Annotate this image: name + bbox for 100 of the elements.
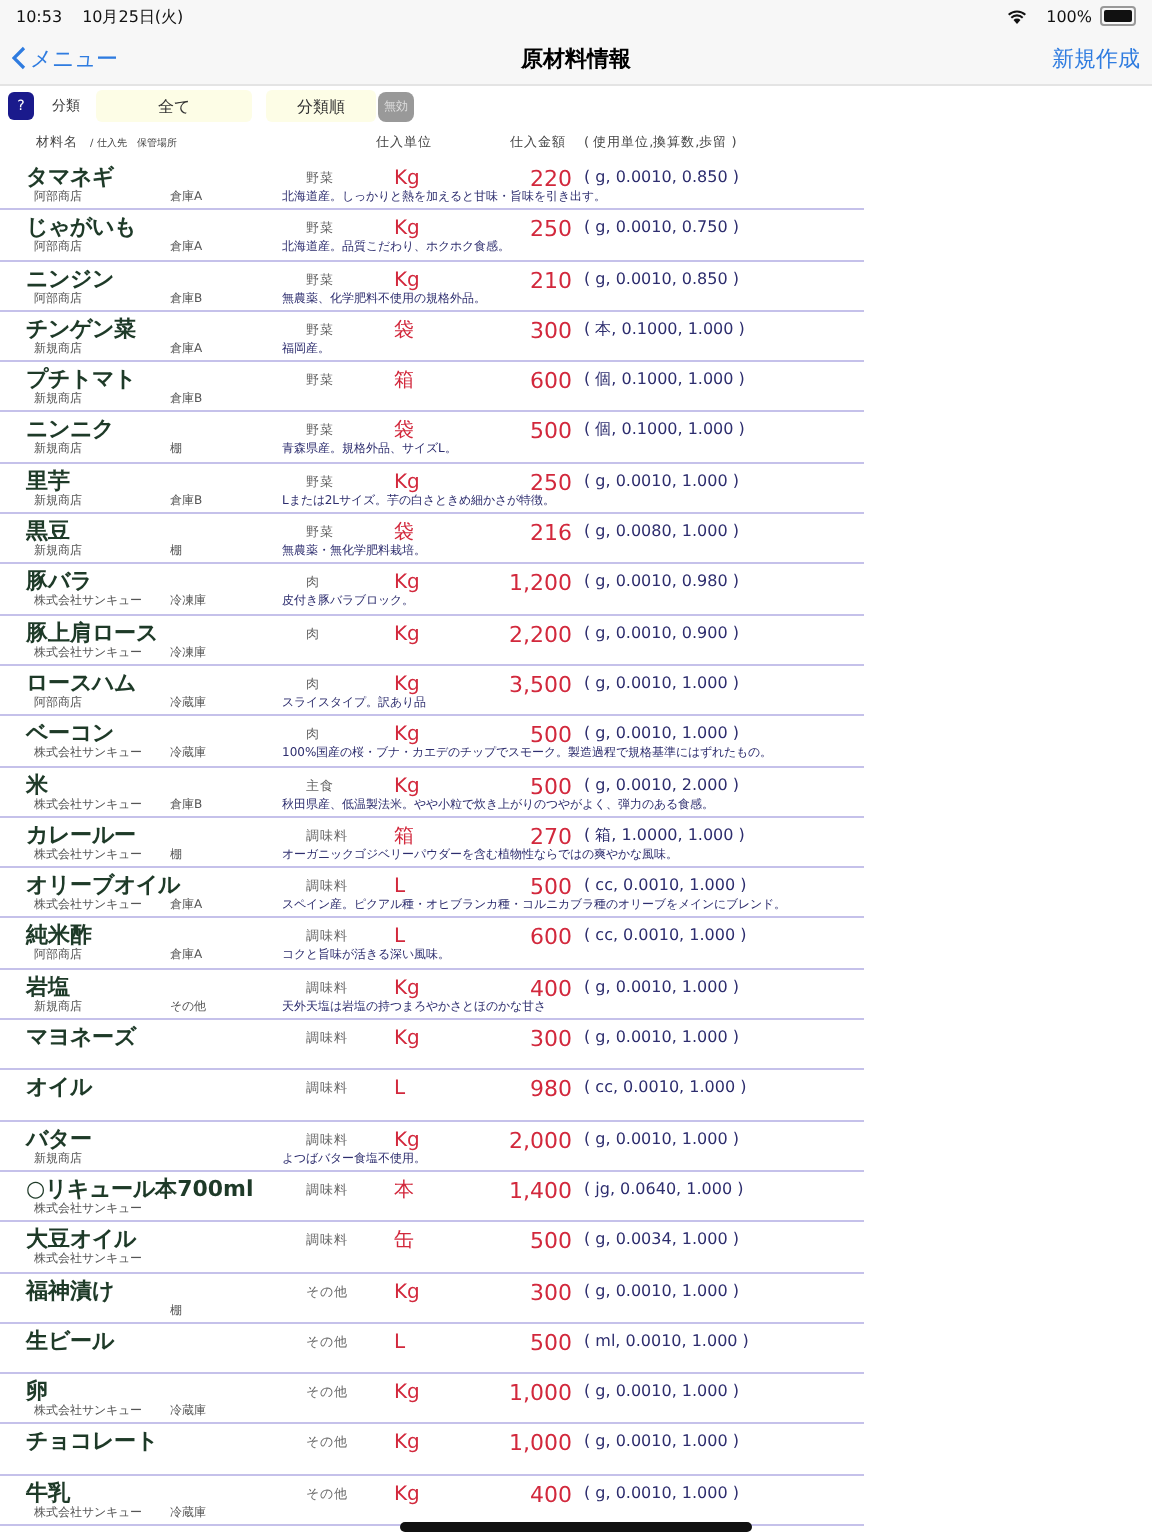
unit-text: Kg xyxy=(394,220,420,241)
unit-text: 袋 xyxy=(394,422,414,443)
material-name: 卵 xyxy=(26,1380,48,1403)
conversion-text: ( g, 0.0010, 0.980 ) xyxy=(584,574,739,591)
price-text: 250 xyxy=(530,218,572,241)
price-text: 216 xyxy=(530,522,572,545)
sort-field[interactable]: 分類順 xyxy=(266,90,376,122)
conversion-text: ( g, 0.0010, 0.850 ) xyxy=(584,271,739,288)
unit-text: Kg xyxy=(394,625,420,646)
unit-text: Kg xyxy=(394,473,420,494)
price-text: 210 xyxy=(530,269,572,292)
conversion-text: ( 個, 0.1000, 1.000 ) xyxy=(584,372,745,389)
unit-text: L xyxy=(394,878,406,899)
price-text: 270 xyxy=(530,825,572,848)
battery-percent: 100% xyxy=(1046,7,1092,25)
conversion-text: ( 本, 0.1000, 1.000 ) xyxy=(584,321,745,338)
unit-text: Kg xyxy=(394,1283,420,1304)
price-text: 2,000 xyxy=(509,1129,572,1152)
conversion-text: ( g, 0.0010, 2.000 ) xyxy=(584,777,739,794)
unit-text: Kg xyxy=(394,574,420,595)
back-button[interactable]: メニュー xyxy=(12,43,118,73)
material-name: オイル xyxy=(26,1076,92,1099)
conversion-text: ( g, 0.0010, 1.000 ) xyxy=(584,1131,739,1148)
conversion-text: ( g, 0.0010, 1.000 ) xyxy=(584,1283,739,1300)
price-text: 1,400 xyxy=(509,1179,572,1202)
unit-text: Kg xyxy=(394,271,420,292)
battery-icon xyxy=(1100,6,1136,26)
material-name: プチトマト xyxy=(26,368,136,391)
material-name: 牛乳 xyxy=(26,1481,70,1504)
conversion-text: ( g, 0.0010, 1.000 ) xyxy=(584,1030,739,1047)
unit-text: 本 xyxy=(394,1181,414,1202)
wifi-icon xyxy=(1008,9,1027,23)
unit-text: 袋 xyxy=(394,321,414,342)
material-name: オリーブオイル xyxy=(26,874,180,897)
price-text: 1,000 xyxy=(509,1432,572,1455)
price-text: 2,200 xyxy=(509,623,572,646)
unit-text: Kg xyxy=(394,170,420,190)
conversion-text: ( cc, 0.0010, 1.000 ) xyxy=(584,878,747,895)
status-date: 10月25日(火) xyxy=(82,5,184,27)
material-name: ニンジン xyxy=(26,267,114,290)
conversion-text: ( jg, 0.0640, 1.000 ) xyxy=(584,1181,744,1198)
chevron-left-icon xyxy=(12,46,26,70)
conversion-text: ( ml, 0.0010, 1.000 ) xyxy=(584,1333,749,1350)
conversion-text: ( g, 0.0010, 0.750 ) xyxy=(584,220,739,237)
conversion-text: ( g, 0.0034, 1.000 ) xyxy=(584,1232,739,1249)
conversion-text: ( g, 0.0010, 0.900 ) xyxy=(584,625,739,642)
unit-text: L xyxy=(394,1080,406,1101)
price-text: 220 xyxy=(530,168,572,190)
price-text: 500 xyxy=(530,1230,572,1253)
unit-text: Kg xyxy=(394,1030,420,1051)
material-name: ロースハム xyxy=(26,671,136,694)
conversion-text: ( g, 0.0010, 1.000 ) xyxy=(584,1384,739,1401)
material-name: ベーコン xyxy=(26,722,114,745)
category-field[interactable]: 全て xyxy=(96,90,252,122)
material-name: チョコレート xyxy=(26,1430,158,1453)
unit-text: 箱 xyxy=(394,372,414,393)
price-text: 600 xyxy=(530,926,572,949)
price-text: 600 xyxy=(530,370,572,393)
material-name: じゃがいも xyxy=(26,216,136,239)
material-name: 大豆オイル xyxy=(26,1228,136,1251)
material-name: 黒豆 xyxy=(26,520,70,543)
conversion-text: ( cc, 0.0010, 1.000 ) xyxy=(584,1080,747,1097)
unit-text: Kg xyxy=(394,1485,420,1506)
material-name: ○リキュール本700ml xyxy=(26,1177,254,1200)
price-text: 400 xyxy=(530,977,572,1000)
material-name: 豚バラ xyxy=(26,570,92,593)
conversion-text: ( g, 0.0010, 1.000 ) xyxy=(584,1434,739,1451)
unit-text: Kg xyxy=(394,726,420,747)
material-name: 米 xyxy=(26,773,48,796)
unit-text: Kg xyxy=(394,979,420,1000)
conversion-text: ( g, 0.0010, 1.000 ) xyxy=(584,1485,739,1502)
unit-text: Kg xyxy=(394,675,420,696)
unit-text: 缶 xyxy=(394,1232,414,1253)
page-title: 原材料情報 xyxy=(521,45,631,71)
material-name: バター xyxy=(26,1127,92,1150)
status-time: 10:53 xyxy=(16,7,63,25)
new-button[interactable]: 新規作成 xyxy=(1052,43,1140,73)
conversion-text: ( cc, 0.0010, 1.000 ) xyxy=(584,928,747,945)
material-name: 豚上肩ロース xyxy=(26,621,158,644)
price-text: 1,000 xyxy=(509,1382,572,1405)
conversion-text: ( 箱, 1.0000, 1.000 ) xyxy=(584,827,745,844)
material-name: 純米酢 xyxy=(26,924,92,947)
conversion-text: ( g, 0.0010, 1.000 ) xyxy=(584,979,739,996)
material-name: ニンニク xyxy=(26,418,114,441)
material-name: 里芋 xyxy=(26,469,70,492)
material-name: 福神漬け xyxy=(26,1279,114,1302)
unit-text: Kg xyxy=(394,1434,420,1455)
price-text: 500 xyxy=(530,775,572,798)
material-name: 岩塩 xyxy=(26,975,70,998)
price-text: 500 xyxy=(530,724,572,747)
conversion-text: ( g, 0.0080, 1.000 ) xyxy=(584,524,739,541)
price-text: 500 xyxy=(530,876,572,899)
unit-text: Kg xyxy=(394,1384,420,1405)
unit-text: Kg xyxy=(394,777,420,798)
conversion-text: ( g, 0.0010, 1.000 ) xyxy=(584,675,739,692)
price-text: 3,500 xyxy=(509,673,572,696)
material-name: チンゲン菜 xyxy=(26,317,136,340)
material-name: タマネギ xyxy=(26,166,114,188)
unit-text: L xyxy=(394,1333,406,1354)
unit-text: L xyxy=(394,928,406,949)
